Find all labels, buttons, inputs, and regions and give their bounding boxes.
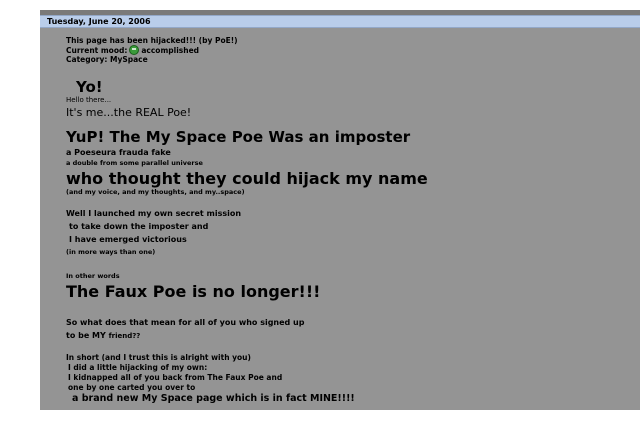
hijack-heading: who thought they could hijack my name (66, 169, 428, 188)
other-words-line: In other words (66, 272, 120, 280)
post-category: Category: MySpace (66, 55, 148, 64)
short-line-5: a brand new My Space page which is in fa… (72, 393, 355, 404)
meaning-line-2-small: friend?? (108, 332, 141, 340)
post-date: Tuesday, June 20, 2006 (47, 17, 151, 26)
mission-line-3: I have emerged victorious (69, 235, 187, 244)
page-frame: Tuesday, June 20, 2006 This page has bee… (0, 0, 640, 422)
smiley-face-icon (129, 45, 140, 55)
greeting-yo: Yo! (76, 78, 103, 96)
mood-value: accomplished (141, 46, 200, 55)
fraud-line: a Poeseura frauda fake (66, 148, 171, 157)
voice-line: (and my voice, and my thoughts, and my..… (66, 188, 245, 196)
short-line-3: I kidnapped all of you back from The Fau… (68, 373, 283, 382)
real-poe-line: It's me...the REAL Poe! (66, 106, 192, 119)
category-label: Category: (66, 55, 108, 64)
hello-line: Hello there... (66, 96, 112, 104)
mission-line-1: Well I launched my own secret mission (66, 209, 242, 218)
imposter-heading: YuP! The My Space Poe Was an imposter (66, 128, 411, 146)
mood-label: Current mood: (66, 46, 128, 55)
double-line: a double from some parallel universe (66, 159, 203, 167)
faux-poe-heading: The Faux Poe is no longer!!! (66, 282, 321, 301)
current-mood: Current mood: accomplished (66, 45, 199, 55)
more-ways-line: (in more ways than one) (66, 248, 156, 256)
blog-post-panel: This page has been hijacked!!! (by PoE!)… (40, 28, 640, 410)
short-line-1: In short (and I trust this is alright wi… (66, 353, 251, 362)
meaning-line-2: to be MY friend?? (66, 331, 140, 341)
short-line-2: I did a little hijacking of my own: (68, 363, 208, 372)
category-value[interactable]: MySpace (110, 55, 148, 64)
mission-line-2: to take down the imposter and (69, 222, 209, 231)
date-header-bar: Tuesday, June 20, 2006 (40, 15, 640, 28)
meaning-line-1: So what does that mean for all of you wh… (66, 318, 305, 327)
post-subject: This page has been hijacked!!! (by PoE!) (66, 36, 238, 45)
meaning-line-2-main: to be MY (66, 331, 106, 340)
short-line-4: one by one carted you over to (68, 383, 196, 392)
